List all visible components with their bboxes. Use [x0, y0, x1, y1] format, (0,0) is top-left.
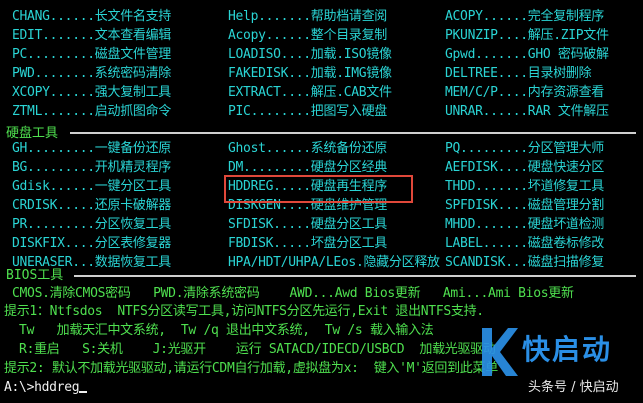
tip-line: 提示1：Ntfsdos NTFS分区读写工具,访问NTFS分区先运行,Exit … [0, 303, 643, 321]
menu-item[interactable]: PWD........系统密码清除 [12, 65, 171, 83]
disk-tool-item[interactable]: PR.........分区恢复工具 [12, 216, 171, 234]
disk-tool-item[interactable]: PQ.........分区管理大师 [445, 140, 604, 158]
menu-item[interactable]: EXTRACT....解压.CAB文件 [228, 84, 392, 102]
section-divider [74, 275, 636, 277]
menu-row: CHANG......长文件名支持 Help.......帮助档请查阅 ACOPY.… [0, 8, 643, 26]
bios-tools-text: CMOS.清除CMOS密码 PWD.清除系统密码 AWD...Awd Bios更… [12, 286, 574, 301]
disk-tool-item[interactable]: BG.........开机精灵程序 [12, 159, 171, 177]
menu-item[interactable]: LOADISO....加载.ISO镜像 [228, 46, 392, 64]
highlight-box [224, 175, 413, 203]
disk-tool-item[interactable]: HPA/HDT/UHPA/LEos.隐藏分区释放 [228, 254, 440, 272]
disk-tool-item[interactable]: LABEL......磁盘卷标修改 [445, 235, 604, 253]
disk-tool-item[interactable]: Gdisk......一键分区工具 [12, 178, 171, 196]
tip-text: R:重启 S:关机 J:光驱开 运行 SATACD/IDECD/USBCD 加载… [4, 342, 496, 357]
menu-row: ZTML.......启动抓图命令 PIC........把图写入硬盘 UNRAR.… [0, 103, 643, 121]
menu-item[interactable]: MEM/C/P....内存资源查看 [445, 84, 604, 102]
menu-item[interactable]: FAKEDISK...加载.IMG镜像 [228, 65, 392, 83]
disk-tool-item[interactable]: CRDISK.....还原卡破解器 [12, 197, 171, 215]
disk-tool-item[interactable]: DISKFIX....分区表修复器 [12, 235, 171, 253]
disk-tool-item[interactable]: SPFDISK....磁盘管理分割 [445, 197, 604, 215]
disk-tool-item[interactable]: FBDISK.....坏盘分区工具 [228, 235, 387, 253]
disk-tool-item[interactable]: MHDD.......硬盘坏道检测 [445, 216, 604, 234]
menu-item[interactable]: UNRAR......RAR 文件解压 [445, 103, 609, 121]
menu-item[interactable]: ACOPY......完全复制程序 [445, 8, 604, 26]
tip-text: Tw 加载天汇中文系统, Tw /q 退出中文系统, Tw /s 载入输入法 [4, 323, 434, 338]
bios-tools-heading: BIOS工具 [6, 268, 64, 283]
tip-text: 提示2: 默认不加载光驱驱动,请运行CDM自行加载,虚拟盘为x: 键入'M'返回… [4, 361, 498, 376]
menu-item[interactable]: PIC........把图写入硬盘 [228, 103, 387, 121]
watermark-brand: 快启动 [522, 333, 613, 366]
disk-tool-item[interactable]: THDD.......坏道修复工具 [445, 178, 604, 196]
disk-tool-row: UNERASER...数据恢复工具 HPA/HDT/UHPA/LEos.隐藏分区释… [0, 254, 643, 272]
disk-tool-item[interactable]: GH.........一键备份还原 [12, 140, 171, 158]
watermark: 快启动 头条号 / 快启动 [478, 322, 643, 403]
disk-tool-row: PR.........分区恢复工具 SFDISK.....硬盘分区工具 MHDD..… [0, 216, 643, 234]
text-cursor [79, 391, 88, 393]
menu-row: XCOPY......强大复制工具 EXTRACT....解压.CAB文件 MEM/… [0, 84, 643, 102]
menu-item[interactable]: PC.........磁盘文件管理 [12, 46, 171, 64]
menu-row: PWD........系统密码清除 FAKEDISK...加载.IMG镜像 DELT… [0, 65, 643, 83]
menu-item[interactable]: DELTREE....目录树删除 [445, 65, 592, 83]
section-divider [70, 132, 636, 134]
menu-item[interactable]: Acopy......整个目录复制 [228, 27, 387, 45]
menu-item[interactable]: XCOPY......强大复制工具 [12, 84, 171, 102]
command-prompt[interactable]: A:\>hddreg [4, 380, 80, 395]
disk-tool-item[interactable]: Ghost......系统备份还原 [228, 140, 387, 158]
kuaiqidong-logo-icon [482, 328, 518, 376]
disk-tool-row: DISKFIX....分区表修复器 FBDISK.....坏盘分区工具 LABEL.… [0, 235, 643, 253]
menu-item[interactable]: Help.......帮助档请查阅 [228, 8, 387, 26]
dos-screen: CHANG......长文件名支持 Help.......帮助档请查阅 ACOPY.… [0, 0, 643, 403]
menu-item[interactable]: Gpwd.......GHO 密码破解 [445, 46, 609, 64]
disk-tool-item[interactable]: AEFDISK....硬盘快速分区 [445, 159, 604, 177]
disk-tool-item[interactable]: SCANDISK...磁盘扫描修复 [445, 254, 604, 272]
disk-tool-item[interactable]: SFDISK.....硬盘分区工具 [228, 216, 387, 234]
menu-item[interactable]: EDIT.......文本查看编辑 [12, 27, 171, 45]
menu-item[interactable]: PKUNZIP....解压.ZIP文件 [445, 27, 609, 45]
bios-tools-row: CMOS.清除CMOS密码 PWD.清除系统密码 AWD...Awd Bios更… [0, 285, 643, 303]
menu-row: PC.........磁盘文件管理 LOADISO....加载.ISO镜像 Gpwd… [0, 46, 643, 64]
tip-text: 提示1：Ntfsdos NTFS分区读写工具,访问NTFS分区先运行,Exit … [4, 304, 484, 319]
menu-item[interactable]: CHANG......长文件名支持 [12, 8, 171, 26]
menu-item[interactable]: ZTML.......启动抓图命令 [12, 103, 171, 121]
menu-row: EDIT.......文本查看编辑 Acopy......整个目录复制 PKUNZI… [0, 27, 643, 45]
watermark-subtitle: 头条号 / 快启动 [528, 380, 619, 395]
disk-tool-row: GH.........一键备份还原 Ghost......系统备份还原 PQ....… [0, 140, 643, 158]
